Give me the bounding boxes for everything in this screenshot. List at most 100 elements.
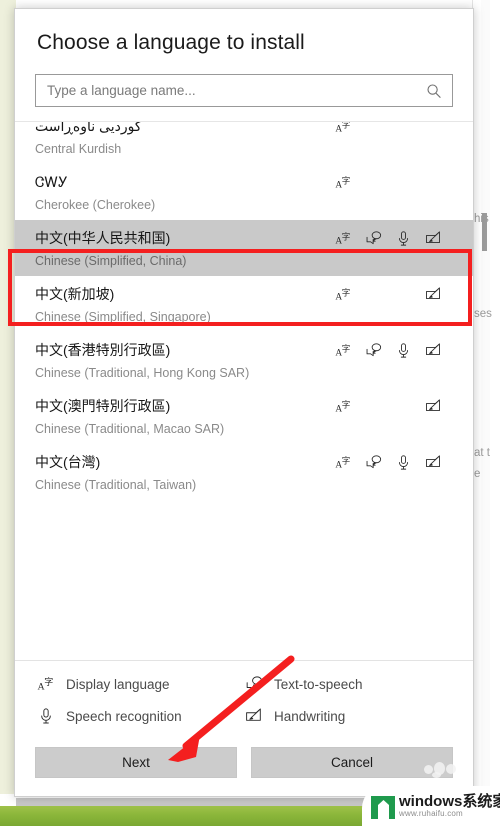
display-language-icon: A字 [335, 342, 352, 359]
language-english-name: Cherokee (Cherokee) [35, 198, 156, 212]
svg-text:字: 字 [342, 231, 351, 242]
watermark-texts: windows系统家园 www.ruhaifu.com [399, 794, 500, 818]
language-row-main: کوردیی ناوەڕاست A 字 [35, 121, 453, 139]
screen: his ses at t e Choose a language to install… [0, 0, 500, 826]
choose-language-dialog: Choose a language to install کوردیی ناوە… [14, 8, 474, 797]
feature-slot-empty [365, 122, 382, 135]
handwriting-icon [245, 707, 263, 725]
language-english-name: Chinese (Traditional, Taiwan) [35, 478, 197, 492]
display-language-icon: A字 [335, 230, 352, 247]
display-language-icon: A字 [37, 675, 55, 693]
language-feature-icons: A字 [335, 230, 447, 247]
handwriting-icon [425, 398, 442, 415]
feature-legend: A 字 Display language Text-to-speech Speech r… [15, 660, 473, 737]
feature-slot-empty [365, 398, 382, 415]
text-to-speech-icon [365, 342, 382, 359]
legend-item: Handwriting [245, 707, 453, 725]
dialog-title: Choose a language to install [37, 31, 305, 54]
site-watermark: windows系统家园 www.ruhaifu.com [362, 786, 500, 826]
language-row-main: 中文(新加坡) A 字 [35, 281, 453, 307]
language-native-name: 中文(新加坡) [35, 286, 115, 302]
language-feature-icons: A字 [335, 121, 447, 135]
language-row-main: 中文(香港特別行政區) A 字 [35, 337, 453, 363]
search-icon[interactable] [426, 83, 442, 99]
search-container [15, 55, 473, 121]
background-scrollbar-track[interactable] [481, 0, 490, 800]
language-row[interactable]: 中文(中华人民共和国) A 字 Chinese (Simplified, China) [15, 220, 473, 276]
legend-label: Text-to-speech [274, 676, 363, 692]
watermark-brand: windows系统家园 [399, 792, 500, 810]
legend-label: Display language [66, 676, 170, 692]
language-row[interactable]: 中文(香港特別行政區) A 字 Chinese (Traditional, Hong … [15, 332, 473, 388]
language-native-name: 中文(中华人民共和国) [35, 230, 171, 246]
feature-slot-empty [395, 122, 412, 135]
legend-item: Speech recognition [37, 707, 245, 725]
language-native-name: ᏣᎳᎩ [35, 173, 68, 190]
background-text-fragment: e [474, 468, 481, 480]
next-button[interactable]: Next [35, 747, 237, 778]
language-feature-icons: A字 [335, 174, 447, 191]
svg-text:字: 字 [342, 399, 351, 410]
language-row-main: 中文(台灣) A 字 [35, 449, 453, 475]
language-row[interactable]: کوردیی ناوەڕاست A 字 Central Kurdish [15, 121, 473, 164]
svg-text:字: 字 [342, 175, 351, 186]
display-language-icon: A字 [335, 454, 352, 471]
background-text-fragment: ses [474, 308, 492, 320]
speech-recognition-icon [395, 230, 412, 247]
feature-slot-empty [365, 286, 382, 303]
svg-text:字: 字 [342, 343, 351, 354]
language-english-name: Chinese (Simplified, Singapore) [35, 310, 211, 324]
language-row[interactable]: 中文(新加坡) A 字 Chinese (Simplified, Singapore) [15, 276, 473, 332]
feature-slot-empty [425, 174, 442, 191]
legend-item: Text-to-speech [245, 675, 453, 693]
background-text-fragment: at t [474, 447, 490, 459]
language-native-name: 中文(澳門特別行政區) [35, 398, 171, 414]
language-row[interactable]: 中文(台灣) A 字 Chinese (Traditional, Taiwan) [15, 444, 473, 500]
language-row[interactable]: ᏣᎳᎩ A 字 Cherokee (Cherokee) [15, 164, 473, 220]
handwriting-icon [425, 342, 442, 359]
handwriting-icon [425, 230, 442, 247]
display-language-icon: A字 [335, 121, 352, 135]
speech-recognition-icon [395, 454, 412, 471]
feature-slot-empty [425, 122, 442, 135]
language-feature-icons: A字 [335, 286, 447, 303]
svg-text:字: 字 [44, 676, 53, 688]
text-to-speech-icon [245, 675, 263, 693]
legend-item: A 字 Display language [37, 675, 245, 693]
legend-label: Handwriting [274, 708, 346, 724]
language-feature-icons: A字 [335, 342, 447, 359]
handwriting-icon [425, 286, 442, 303]
windows-house-logo-icon [370, 793, 396, 820]
language-row-main: ᏣᎳᎩ A 字 [35, 169, 453, 195]
language-native-name: 中文(香港特別行政區) [35, 342, 171, 358]
language-row-main: 中文(澳門特別行政區) A 字 [35, 393, 453, 419]
language-list[interactable]: کوردیی ناوەڕاست A 字 Central Kurdish ᏣᎳᎩ A 字 Che… [15, 121, 473, 660]
speech-recognition-icon [395, 342, 412, 359]
language-row-main: 中文(中华人民共和国) A 字 [35, 225, 453, 251]
svg-text:字: 字 [342, 287, 351, 298]
language-feature-icons: A字 [335, 398, 447, 415]
search-input[interactable] [47, 83, 426, 98]
cursor-dots [424, 762, 460, 778]
text-to-speech-icon [365, 230, 382, 247]
legend-label: Speech recognition [66, 708, 182, 724]
svg-text:字: 字 [342, 455, 351, 466]
feature-slot-empty [395, 174, 412, 191]
speech-recognition-icon [37, 707, 55, 725]
svg-text:字: 字 [342, 121, 351, 130]
watermark-url: www.ruhaifu.com [399, 809, 463, 819]
cancel-button[interactable]: Cancel [251, 747, 453, 778]
language-row[interactable]: 中文(澳門特別行政區) A 字 Chinese (Traditional, Macao… [15, 388, 473, 444]
display-language-icon: A字 [335, 174, 352, 191]
language-english-name: Central Kurdish [35, 142, 122, 156]
display-language-icon: A字 [335, 286, 352, 303]
language-english-name: Chinese (Simplified, China) [35, 254, 187, 268]
search-box[interactable] [35, 74, 453, 107]
feature-slot-empty [365, 174, 382, 191]
text-to-speech-icon [365, 454, 382, 471]
language-english-name: Chinese (Traditional, Hong Kong SAR) [35, 366, 250, 380]
language-native-name: 中文(台灣) [35, 454, 101, 470]
language-feature-icons: A字 [335, 454, 447, 471]
language-native-name: کوردیی ناوەڕاست [35, 121, 142, 134]
background-text-fragment: his [474, 213, 489, 225]
